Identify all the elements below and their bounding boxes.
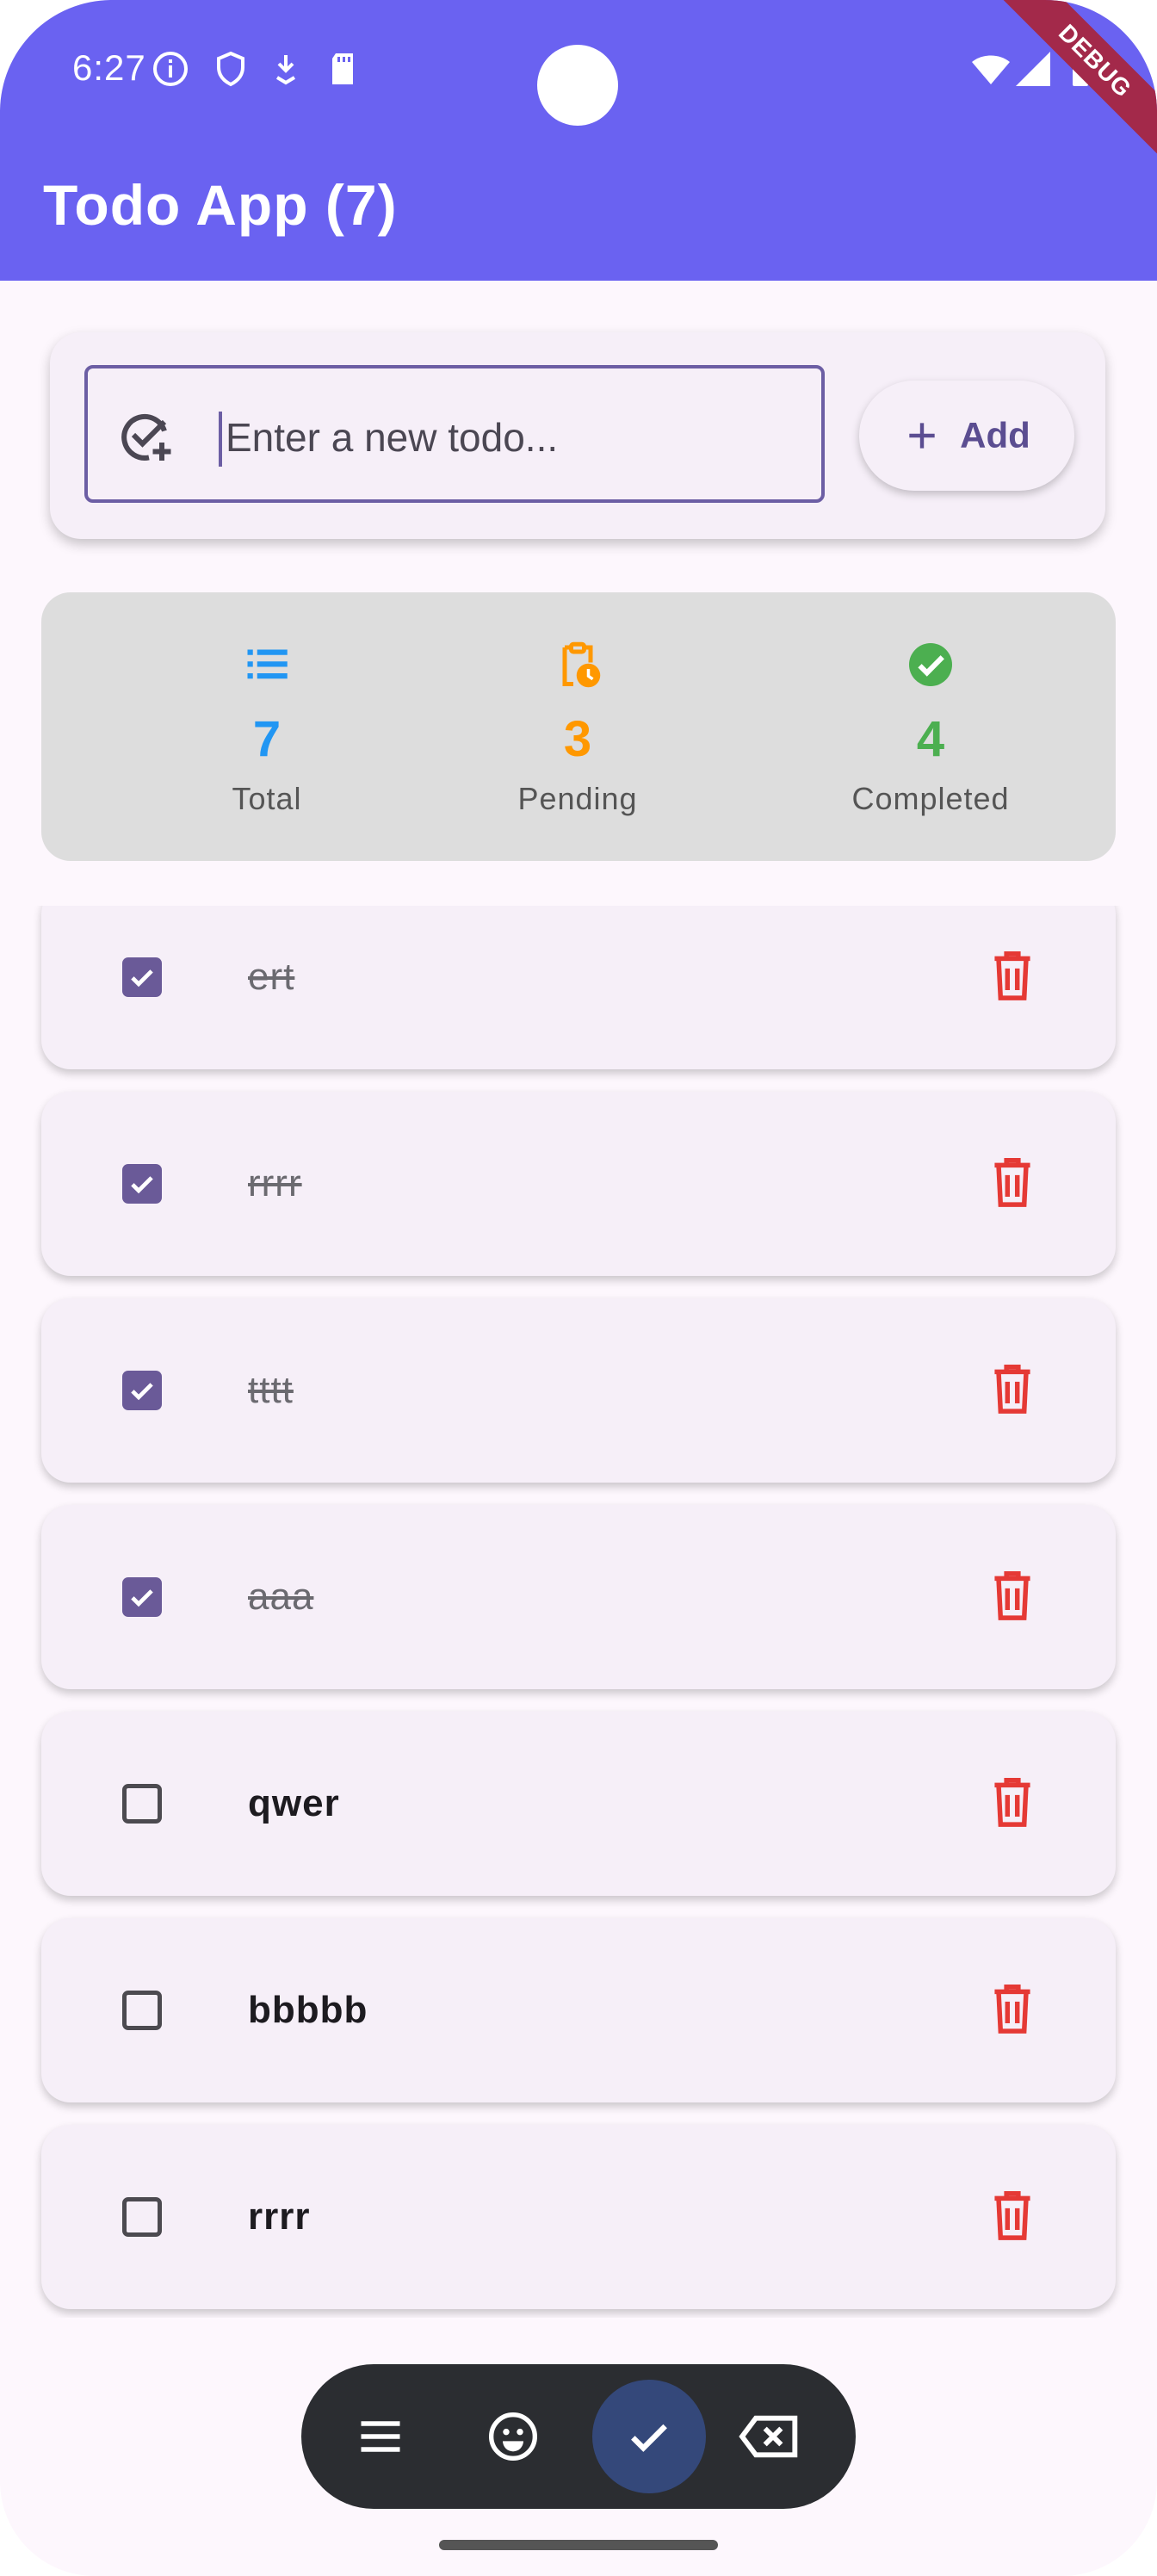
stat-total-label: Total [232,781,302,816]
home-indicator [439,2540,718,2550]
app-bar: 6:27 DEBUG Todo App (7) [0,0,1157,281]
keyboard-menu-button[interactable] [337,2393,424,2480]
todo-text: bbbbb [248,1989,368,2031]
todo-text: ert [248,956,295,998]
phone-screen: 6:27 DEBUG Todo App (7) Add [0,0,1157,2576]
new-todo-input[interactable] [226,393,794,482]
todo-checkbox[interactable] [122,2197,162,2237]
backspace-icon [739,2415,798,2458]
todo-checkbox[interactable] [122,1371,162,1410]
keyboard-toolbar [301,2364,856,2509]
info-icon [153,52,188,86]
todo-text: rrrr [248,2195,311,2238]
todo-text: rrrr [248,1162,302,1204]
todo-text: aaa [248,1576,314,1618]
todo-checkbox[interactable] [122,1784,162,1824]
todo-item: aaa [41,1505,1116,1689]
add-button-label: Add [960,415,1030,455]
new-todo-card: Add [50,332,1105,539]
stat-completed: 4 Completed [776,592,1086,861]
pending-clipboard-icon [562,641,601,688]
wifi-icon [972,55,1010,84]
download-icon [275,55,296,85]
todo-item: bbbbb [41,1918,1116,2102]
delete-icon[interactable] [988,1155,1036,1211]
new-todo-field[interactable] [84,365,825,503]
checkmark-icon [131,1383,153,1401]
checkmark-icon [131,1176,153,1194]
keyboard-done-button[interactable] [592,2380,706,2493]
todo-checkbox[interactable] [122,1991,162,2030]
todo-item: ert [41,906,1116,1069]
keyboard-emoji-button[interactable] [470,2393,556,2480]
delete-icon[interactable] [988,2189,1036,2244]
menu-icon [361,2421,400,2452]
delete-icon[interactable] [988,949,1036,1004]
checkmark-icon [131,1589,153,1607]
stat-pending-label: Pending [517,781,638,816]
sd-card-icon [332,53,353,84]
todo-item: rrrr [41,2125,1116,2309]
todo-checkbox[interactable] [122,1164,162,1204]
todo-item: tttt [41,1298,1116,1483]
todo-list[interactable]: ert rrrr tttt aaa qwer bbbbb rrrr [0,906,1157,2318]
stat-pending-value: 3 [563,711,592,767]
delete-icon[interactable] [988,1569,1036,1624]
todo-item: qwer [41,1712,1116,1896]
check-circle-icon [909,643,952,686]
todo-text: qwer [248,1782,340,1824]
keyboard-backspace-button[interactable] [727,2393,813,2480]
todo-item: rrrr [41,1092,1116,1276]
plus-icon [909,423,935,449]
stat-completed-label: Completed [851,781,1010,816]
stat-total-value: 7 [252,711,282,767]
stat-pending: 3 Pending [423,592,733,861]
todo-text: tttt [248,1369,294,1411]
shield-icon [217,51,244,87]
stat-completed-value: 4 [916,711,945,767]
stat-total: 7 Total [112,592,422,861]
list-icon [247,649,288,679]
text-cursor [219,412,222,467]
delete-icon[interactable] [988,1982,1036,2037]
todo-checkbox[interactable] [122,957,162,997]
camera-cutout [537,45,618,126]
emoji-icon [489,2412,537,2461]
stats-panel: 7 Total 3 Pending 4 Completed [41,592,1116,861]
add-task-icon [121,413,171,461]
status-time: 6:27 [72,47,146,88]
checkmark-icon [131,969,153,988]
page-title: Todo App (7) [43,173,398,237]
todo-checkbox[interactable] [122,1577,162,1617]
add-button[interactable]: Add [859,381,1074,491]
signal-icon [1016,52,1050,86]
delete-icon[interactable] [988,1362,1036,1417]
checkmark-icon [631,2424,667,2452]
status-bar: 6:27 DEBUG [0,0,1157,168]
delete-icon[interactable] [988,1775,1036,1830]
